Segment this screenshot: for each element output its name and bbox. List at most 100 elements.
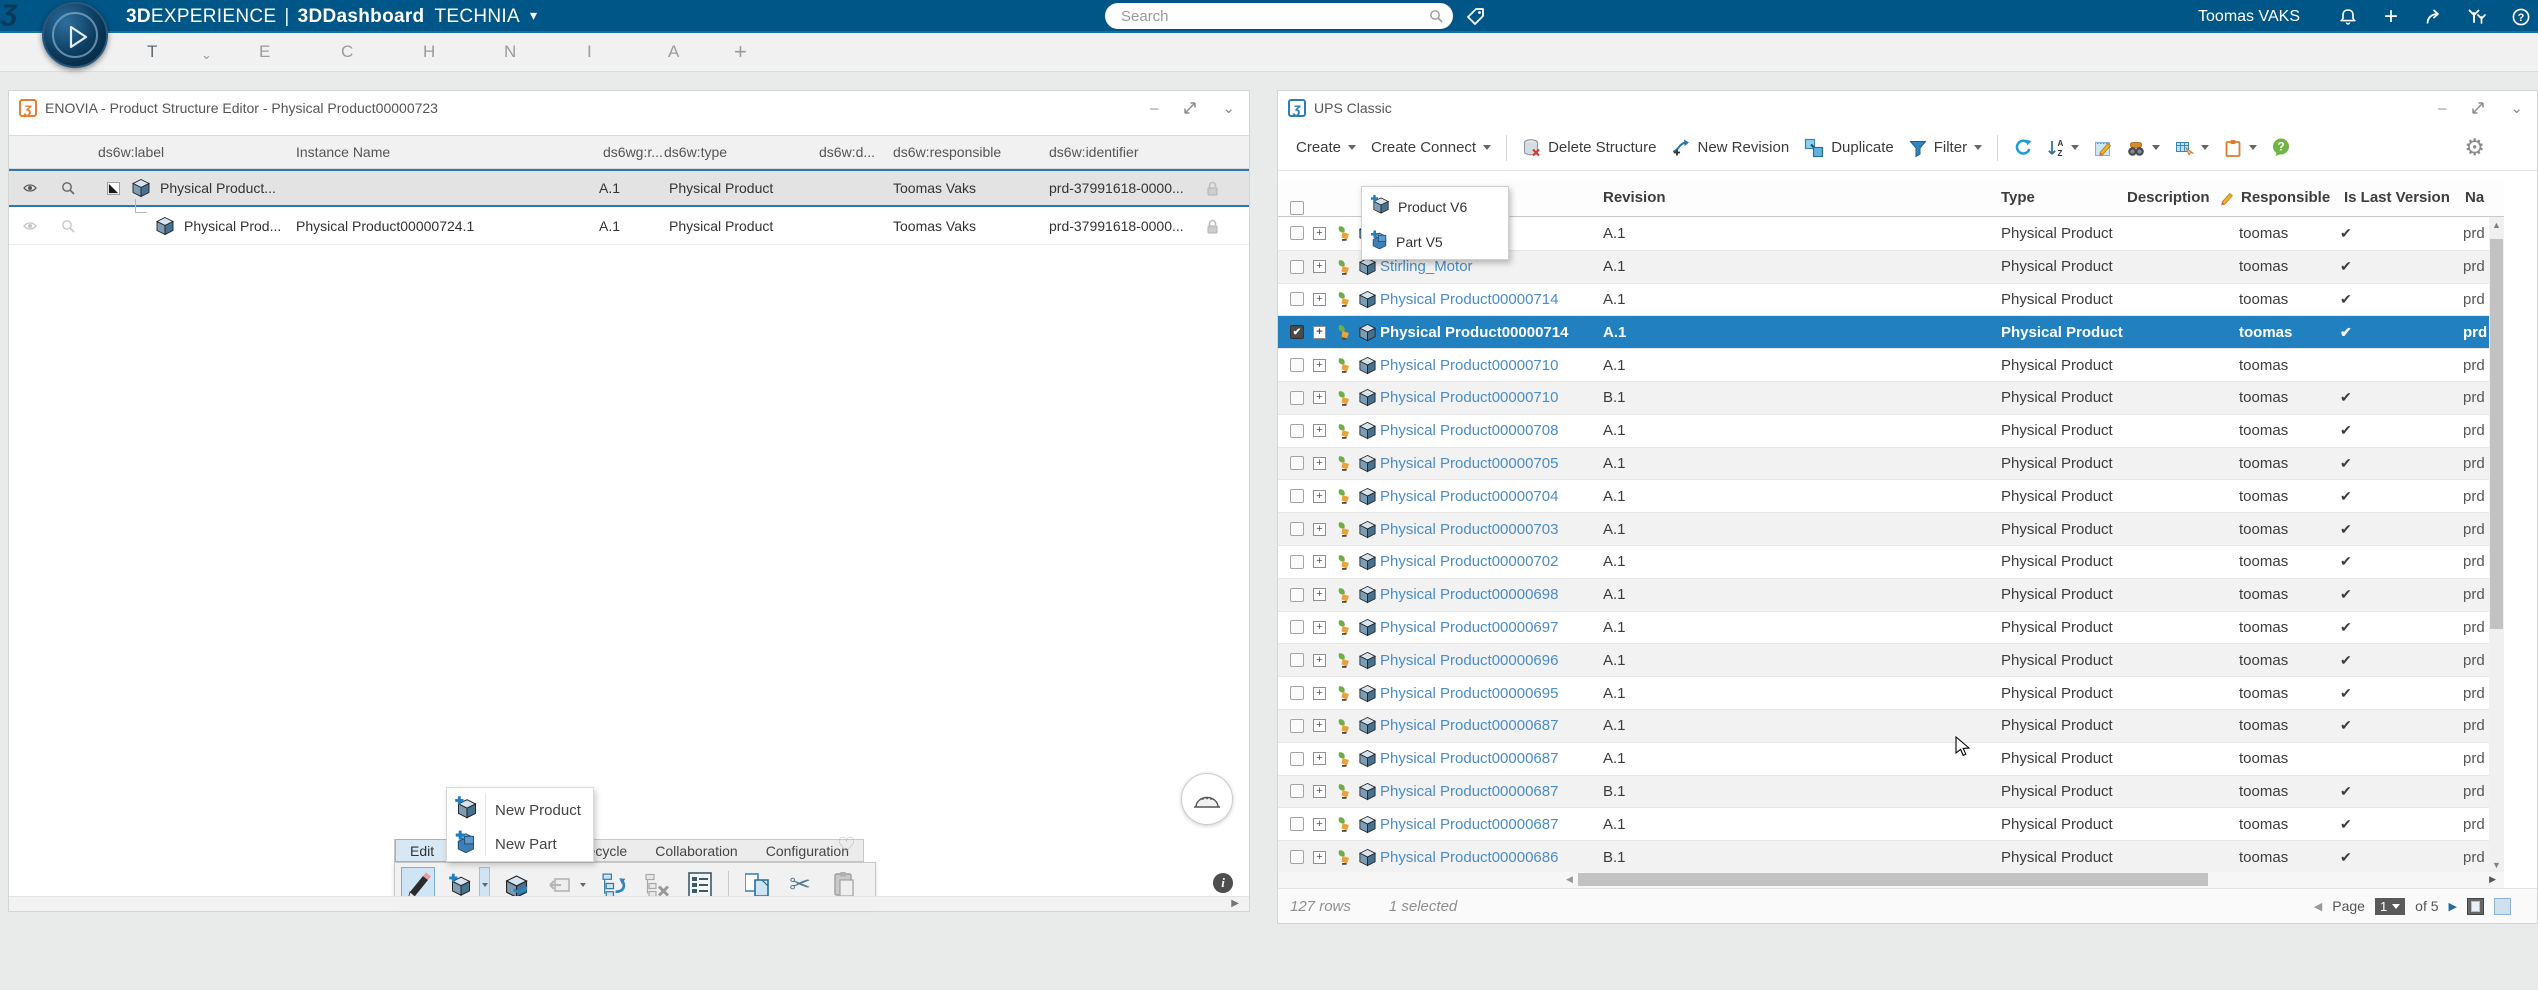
row-expand-icon[interactable]: +	[1313, 710, 1326, 742]
row-checkbox[interactable]	[1290, 480, 1304, 512]
row-expand-icon[interactable]: +	[1313, 743, 1326, 775]
row-checkbox[interactable]	[1290, 382, 1304, 414]
right-panel-minimize-icon[interactable]: –	[2438, 100, 2446, 117]
search-icon[interactable]	[1429, 9, 1443, 23]
help-green-button[interactable]	[2272, 138, 2290, 157]
help-icon[interactable]	[2512, 8, 2530, 26]
product-link[interactable]: Physical Product00000687	[1380, 750, 1558, 767]
row-checkbox[interactable]	[1290, 644, 1304, 676]
row-expand-icon[interactable]: +	[1313, 448, 1326, 480]
row-checkbox[interactable]	[1290, 677, 1304, 709]
action-tab-collaboration[interactable]: Collaboration	[641, 839, 752, 862]
ups-table-row[interactable]: + Physical Product00000710 B.1 Physical …	[1278, 381, 2489, 414]
row-checkbox[interactable]: ✔	[1290, 316, 1304, 348]
row-checkbox[interactable]	[1290, 217, 1304, 250]
row-checkbox[interactable]	[1290, 808, 1304, 840]
user-name[interactable]: Toomas VAKS	[2198, 8, 2300, 26]
left-panel-minimize-icon[interactable]: –	[1150, 100, 1158, 117]
row-expand-icon[interactable]: +	[1313, 349, 1326, 381]
scroll-up-icon[interactable]: ▲	[2492, 220, 2501, 230]
scroll-right-icon[interactable]: ▶	[1231, 898, 1239, 909]
menu-item-part-v5[interactable]: Part V5	[1362, 224, 1508, 260]
col-ds6w-responsible[interactable]: ds6w:responsible	[893, 144, 1001, 160]
ups-table-row[interactable]: + Physical Product00000708 A.1 Physical …	[1278, 414, 2489, 447]
product-link[interactable]: Physical Product00000686	[1380, 849, 1558, 866]
col-responsible[interactable]: Responsible	[2241, 189, 2330, 206]
unlock-icon[interactable]	[1205, 171, 1220, 205]
notifications-bell-icon[interactable]	[2338, 7, 2358, 26]
share-icon[interactable]	[2424, 8, 2441, 26]
ups-table-row[interactable]: + Physical Product00000710 A.1 Physical …	[1278, 348, 2489, 381]
ups-table-row[interactable]: + Physical Product00000695 A.1 Physical …	[1278, 676, 2489, 709]
sort-button[interactable]	[2047, 139, 2079, 157]
ups-table-row[interactable]: + Physical Product00000714 A.1 Physical …	[1278, 283, 2489, 316]
tab-e[interactable]: E	[259, 42, 270, 62]
scroll-down-icon[interactable]: ▼	[2492, 860, 2501, 870]
product-link[interactable]: Physical Product00000687	[1380, 816, 1558, 833]
row-expand-icon[interactable]: +	[1313, 579, 1326, 611]
vertical-scrollbar-thumb[interactable]	[2490, 239, 2503, 629]
row-checkbox[interactable]	[1290, 349, 1304, 381]
product-link[interactable]: Physical Product00000704	[1380, 488, 1558, 505]
communities-people-icon[interactable]	[2467, 8, 2486, 25]
duplicate-button[interactable]: Duplicate	[1804, 138, 1894, 158]
ups-table-row[interactable]: + Physical Product00000687 A.1 Physical …	[1278, 742, 2489, 775]
vertical-scrollbar[interactable]: ▲ ▼	[2489, 217, 2504, 873]
product-link[interactable]: Physical Product00000708	[1380, 422, 1558, 439]
row-expand-icon[interactable]: +	[1313, 415, 1326, 447]
row-expand-icon[interactable]: +	[1313, 677, 1326, 709]
3dexperience-compass-logo[interactable]	[42, 2, 108, 68]
product-link[interactable]: Physical Product00000703	[1380, 521, 1558, 538]
menu-item-product-v6[interactable]: Product V6	[1362, 189, 1508, 225]
ups-table-row[interactable]: + Physical Product00000687 B.1 Physical …	[1278, 775, 2489, 808]
find-binoculars-button[interactable]	[2127, 140, 2160, 156]
col-is-last-version[interactable]: Is Last Version	[2344, 189, 2450, 206]
favorite-heart-icon[interactable]: ♡	[837, 833, 856, 858]
row-label[interactable]: Physical Prod...	[184, 207, 281, 244]
info-icon[interactable]: i	[1213, 873, 1233, 893]
col-revision[interactable]: Revision	[1603, 189, 1666, 206]
settings-gear-icon[interactable]: ⚙	[2464, 134, 2485, 161]
row-checkbox[interactable]	[1290, 710, 1304, 742]
filter-button[interactable]: Filter	[1909, 139, 1982, 157]
row-checkbox[interactable]	[1290, 251, 1304, 283]
row-checkbox[interactable]	[1290, 579, 1304, 611]
search-input[interactable]	[1119, 7, 1429, 26]
row-expand-icon[interactable]: +	[1313, 382, 1326, 414]
row-checkbox[interactable]	[1290, 841, 1304, 873]
next-page-icon[interactable]: ▶	[2449, 900, 2457, 913]
refresh-button[interactable]	[2013, 139, 2032, 157]
tag-icon[interactable]	[1466, 7, 1485, 26]
horizontal-scrollbar-thumb[interactable]	[1578, 873, 2208, 886]
brand-environment[interactable]: TECHNIA	[434, 6, 520, 28]
row-expand-icon[interactable]: +	[1313, 284, 1326, 316]
menu-item-new-part[interactable]: New Part	[447, 827, 593, 861]
table-select-button[interactable]	[2175, 140, 2209, 156]
row-expand-icon[interactable]: +	[1313, 776, 1326, 808]
scroll-left-icon[interactable]: ◀	[1566, 874, 1573, 885]
structure-row-root[interactable]: Physical Product... A.1 Physical Product…	[9, 169, 1249, 207]
product-link[interactable]: Physical Product00000702	[1380, 553, 1558, 570]
page-select[interactable]: 1	[2375, 898, 2405, 915]
left-panel-chevron-down-icon[interactable]: ⌄	[1222, 99, 1235, 117]
add-content-icon[interactable]: +	[2384, 7, 2398, 27]
row-checkbox[interactable]	[1290, 546, 1304, 578]
row-instance-name[interactable]: Physical Product00000724.1	[296, 207, 474, 244]
col-ds6w-d[interactable]: ds6w:d...	[819, 144, 875, 160]
ups-table-row[interactable]: + Physical Product00000687 A.1 Physical …	[1278, 709, 2489, 742]
ups-table-row[interactable]: + Physical Product00000703 A.1 Physical …	[1278, 512, 2489, 545]
tab-n[interactable]: N	[504, 42, 516, 62]
product-link[interactable]: Physical Product00000710	[1380, 389, 1558, 406]
delete-structure-button[interactable]: Delete Structure	[1522, 138, 1656, 157]
structure-row-child[interactable]: Physical Prod... Physical Product0000072…	[9, 207, 1249, 245]
ups-table-row[interactable]: + Physical Product00000696 A.1 Physical …	[1278, 643, 2489, 676]
row-expand-icon[interactable]: +	[1313, 808, 1326, 840]
left-panel-expand-icon[interactable]	[1182, 100, 1198, 116]
row-checkbox[interactable]	[1290, 612, 1304, 644]
col-name-clipped[interactable]: Na	[2465, 189, 2484, 206]
ups-table-row[interactable]: + Physical Product00000697 A.1 Physical …	[1278, 611, 2489, 644]
clipboard-button[interactable]	[2224, 139, 2257, 157]
product-link[interactable]: Physical Product00000696	[1380, 652, 1558, 669]
product-link[interactable]: Physical Product00000710	[1380, 357, 1558, 374]
product-link[interactable]: Physical Product00000697	[1380, 619, 1558, 636]
